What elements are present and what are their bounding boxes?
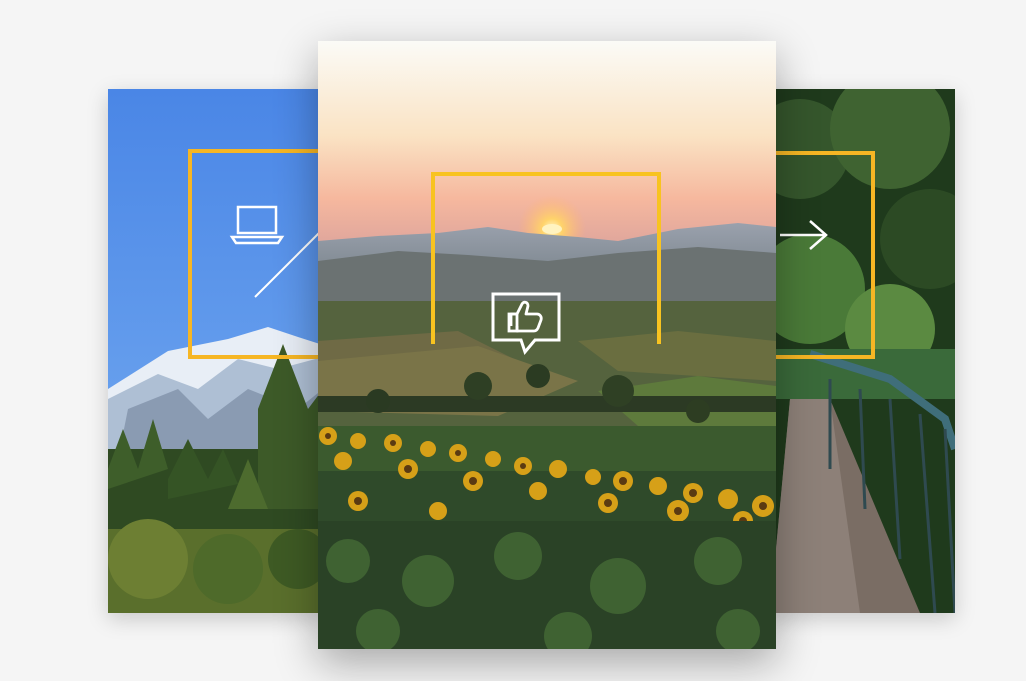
carousel [0,0,1026,681]
divider-line [254,230,322,298]
highlight-frame [770,151,875,359]
carousel-card-center[interactable] [318,41,776,649]
thumbs-up-chat-icon [489,290,563,356]
arrow-right-icon [776,217,832,253]
carousel-card-left[interactable] [108,89,323,613]
carousel-card-right[interactable] [770,89,955,613]
